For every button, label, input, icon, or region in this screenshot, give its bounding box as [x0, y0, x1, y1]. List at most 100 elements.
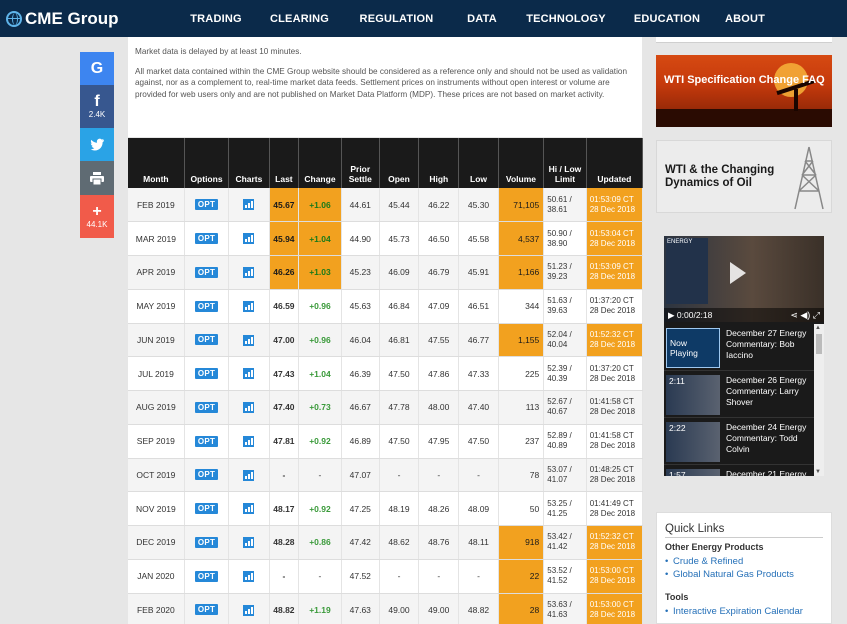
hi-low-limit-cell: 52.39 /40.39 [543, 356, 587, 391]
opt-button[interactable]: OPT [194, 401, 219, 413]
table-row: MAY 2019 OPT 46.59 +0.96 45.63 46.84 47.09 46.5… [128, 289, 644, 324]
bar-chart-icon[interactable] [243, 267, 255, 278]
video-screen[interactable]: ENERGY ▶ 0:00/2:18 ⋖ ◀) ⤢ [664, 236, 824, 322]
nav-regulation[interactable]: REGULATION [342, 13, 451, 25]
hi-low-limit-cell: 53.25 /41.25 [543, 491, 587, 526]
video-thumbnail[interactable]: 1:57 [666, 469, 720, 476]
video-controls[interactable]: ▶ 0:00/2:18 ⋖ ◀) ⤢ [664, 308, 824, 322]
opt-button[interactable]: OPT [194, 604, 219, 616]
nav-clearing[interactable]: CLEARING [257, 13, 342, 25]
updated-date: 28 Dec 2018 [589, 441, 636, 451]
bar-chart-icon[interactable] [243, 503, 255, 515]
bar-chart-icon[interactable] [243, 537, 255, 548]
video-title[interactable]: December 27 Energy Commentary: Bob Iacci… [726, 328, 814, 361]
bar-chart-icon[interactable] [243, 368, 255, 380]
video-thumbnail[interactable]: 2:11 [666, 375, 720, 415]
scrollbar-thumb[interactable] [816, 334, 822, 354]
nav-technology[interactable]: TECHNOLOGY [513, 13, 619, 25]
bar-chart-icon[interactable] [243, 469, 255, 481]
opt-button[interactable]: OPT [194, 266, 219, 278]
options-cell: OPT [184, 221, 230, 256]
opt-button[interactable]: OPT [194, 199, 219, 211]
scroll-down-icon[interactable]: ▼ [815, 469, 821, 475]
playlist-item[interactable]: 1:57 December 21 Energy [664, 465, 814, 476]
col-header-prior-settle: Prior Settle [341, 138, 380, 188]
options-cell: OPT [184, 559, 230, 594]
opt-button[interactable]: OPT [194, 368, 219, 380]
print-icon [90, 171, 104, 185]
charts-cell [228, 221, 270, 256]
twitter-icon [90, 138, 104, 150]
last-cell: 48.82 [269, 593, 300, 624]
updated-time: 01:53:00 CT [589, 566, 634, 576]
video-thumbnail[interactable]: 2:22 [666, 422, 720, 462]
opt-button[interactable]: OPT [194, 300, 219, 312]
updated-time: 01:53:09 CT [589, 262, 634, 272]
now-playing-thumb[interactable]: Now Playing [666, 328, 720, 368]
updated-date: 28 Dec 2018 [589, 306, 636, 316]
low-limit: 40.04 [547, 339, 568, 349]
col-header-options: Options [184, 138, 230, 188]
options-cell: OPT [184, 525, 230, 560]
video-title[interactable]: December 24 Energy Commentary: Todd Colv… [726, 422, 814, 455]
nav-education[interactable]: EDUCATION [619, 13, 715, 25]
hi-limit: 50.90 / [547, 228, 572, 238]
volume-cell: 50 [498, 491, 545, 526]
more-share-button[interactable]: + 44.1K [80, 195, 114, 238]
bar-chart-icon[interactable] [243, 199, 255, 211]
opt-button[interactable]: OPT [194, 233, 219, 245]
col-header-volume: Volume [498, 138, 545, 188]
scroll-up-icon[interactable]: ▲ [815, 325, 821, 331]
playlist-scrollbar[interactable]: ▲ ▼ [814, 324, 824, 476]
opt-button[interactable]: OPT [194, 570, 219, 582]
quick-link[interactable]: Global Natural Gas Products [665, 568, 823, 581]
opt-button[interactable]: OPT [194, 503, 219, 515]
opt-button[interactable]: OPT [194, 435, 219, 447]
play-small-icon[interactable]: ▶ [668, 310, 675, 320]
bar-chart-icon[interactable] [243, 300, 255, 312]
bar-chart-icon[interactable] [243, 233, 255, 245]
updated-cell: 01:41:58 CT 28 Dec 2018 [586, 390, 644, 425]
wti-dynamics-promo[interactable]: WTI & the Changing Dynamics of Oil [656, 140, 832, 213]
table-row: JUN 2019 OPT 47.00 +0.96 46.04 46.81 47.55 46.7… [128, 323, 644, 358]
high-cell: - [418, 458, 460, 493]
quick-link[interactable]: Interactive Expiration Calendar [665, 605, 823, 618]
bar-chart-icon[interactable] [243, 435, 255, 447]
table-row: JAN 2020 OPT - -47.52- - -22 53.52 /41.52 01:53… [128, 559, 644, 594]
facebook-share-button[interactable]: f 2.4K [80, 85, 114, 128]
video-player[interactable]: ENERGY ▶ 0:00/2:18 ⋖ ◀) ⤢ Now Playing Dec… [664, 236, 824, 476]
table-row: FEB 2020 OPT 48.82 +1.19 47.63 49.00 49.00 48.8… [128, 593, 644, 624]
open-cell: 45.73 [379, 221, 420, 256]
google-share-button[interactable]: G [80, 52, 114, 85]
video-title[interactable]: December 26 Energy Commentary: Larry Sho… [726, 375, 814, 408]
quick-link[interactable]: Crude & Refined [665, 555, 823, 568]
open-cell: 46.84 [379, 289, 420, 324]
playlist-item[interactable]: 2:22 December 24 Energy Commentary: Todd … [664, 418, 814, 465]
print-button[interactable] [80, 161, 114, 195]
cme-logo[interactable]: CME Group [0, 9, 175, 29]
opt-button[interactable]: OPT [194, 536, 219, 548]
disclaimer-text: All market data contained within the CME… [135, 66, 628, 99]
playlist-item[interactable]: Now Playing December 27 Energy Commentary… [664, 324, 814, 371]
opt-button[interactable]: OPT [194, 334, 219, 346]
bar-chart-icon[interactable] [243, 604, 255, 616]
nav-data[interactable]: DATA [451, 13, 513, 25]
month-cell: JAN 2020 [128, 559, 185, 594]
bar-chart-icon[interactable] [243, 334, 255, 346]
video-title[interactable]: December 21 Energy [726, 469, 814, 476]
play-icon[interactable] [730, 262, 746, 284]
nav-about[interactable]: ABOUT [715, 13, 775, 25]
nav-trading[interactable]: TRADING [175, 13, 257, 25]
bar-chart-icon[interactable] [243, 570, 255, 582]
playlist-item[interactable]: 2:11 December 26 Energy Commentary: Larry… [664, 371, 814, 418]
share-volume-fullscreen-icons[interactable]: ⋖ ◀) ⤢ [790, 308, 820, 322]
twitter-share-button[interactable] [80, 128, 114, 161]
month-cell: FEB 2019 [128, 188, 185, 223]
charts-cell [228, 356, 270, 391]
change-cell: +1.06 [298, 188, 342, 223]
wti-faq-promo[interactable]: WTI Specification Change FAQ [656, 55, 832, 127]
high-cell: 46.22 [418, 188, 460, 223]
opt-button[interactable]: OPT [194, 469, 219, 481]
bar-chart-icon[interactable] [243, 402, 255, 413]
month-cell: FEB 2020 [128, 593, 185, 624]
